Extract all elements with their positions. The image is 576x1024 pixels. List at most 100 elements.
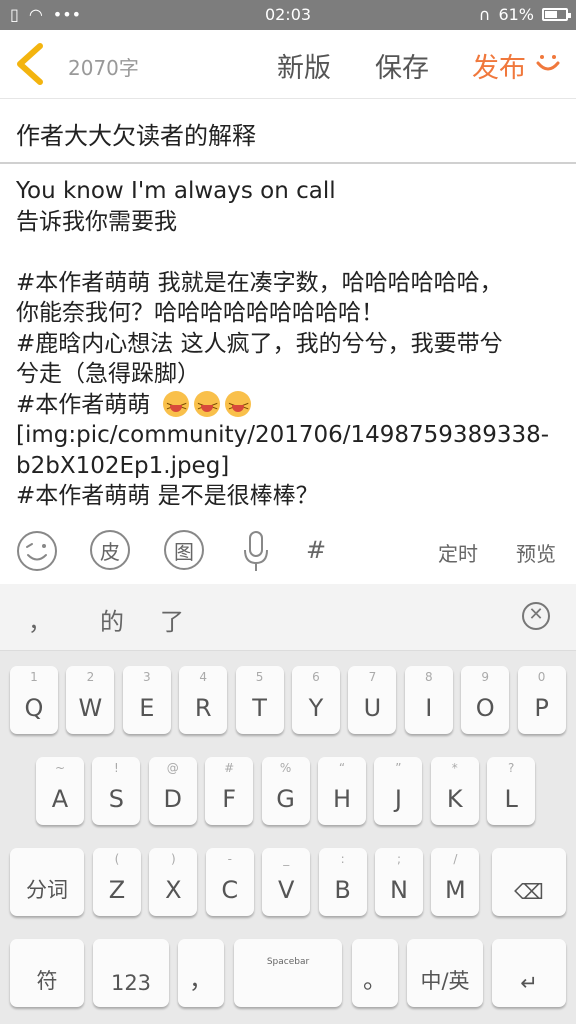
key-z[interactable]: (Z (93, 848, 141, 916)
key-label: G (276, 785, 295, 813)
backspace-key[interactable]: ⌫ (492, 848, 566, 916)
key-label: A (51, 785, 69, 813)
image-button[interactable]: 图 (164, 530, 204, 570)
title-divider (0, 162, 576, 164)
new-version-button[interactable]: 新版 (277, 46, 331, 85)
key-label: Q (24, 694, 44, 722)
squint-tongue-emoji-icon (162, 390, 189, 421)
key-u[interactable]: 7U (348, 666, 397, 734)
enter-key[interactable]: ↵ (492, 939, 566, 1007)
key-hint: 0 (537, 670, 546, 684)
post-title[interactable]: 作者大大欠读者的解释 (16, 116, 256, 151)
symbols-key[interactable]: 符 (10, 939, 84, 1007)
key-label: Spacebar (266, 957, 310, 967)
key-hint: 7 (368, 670, 377, 684)
key-hint: ” (395, 761, 402, 775)
key-x[interactable]: ) X (149, 848, 198, 916)
body-line: b2bX102Ep1.jpeg] (16, 452, 230, 479)
smile-icon[interactable] (534, 48, 562, 76)
candidate-le[interactable]: 了 (160, 602, 184, 637)
body-line: You know I'm always on call (16, 178, 336, 204)
skin-button[interactable]: 皮 (90, 530, 130, 570)
key-hint: 5 (255, 670, 264, 684)
key-e[interactable]: 3E (122, 666, 171, 734)
key-hint: 9 (481, 670, 489, 684)
comma-key[interactable]: ， (178, 939, 224, 1007)
body-line: [img:pic/community/201706/1498759389338- (16, 422, 550, 448)
key-p[interactable]: 0P (517, 666, 566, 734)
key-label: S (108, 785, 124, 813)
editor-toolbar: 2070字 新版 保存 发布 (0, 30, 576, 99)
key-q[interactable]: 1Q (10, 666, 58, 734)
key-hint: - (227, 852, 232, 866)
key-label: X (165, 876, 182, 904)
key-i[interactable]: 8I (404, 666, 453, 734)
key-h[interactable]: “H (318, 757, 366, 825)
key-d[interactable]: @ D (148, 757, 197, 825)
schedule-button[interactable]: 定时 (438, 538, 478, 567)
candidate-comma[interactable]: ， (28, 602, 52, 637)
squint-tongue-emoji-icon (193, 390, 220, 421)
key-label: 。 (363, 966, 387, 994)
key-r[interactable]: 4R (179, 666, 228, 734)
back-icon[interactable] (10, 40, 50, 88)
key-label: F (222, 785, 237, 813)
headset-icon: ∩ (478, 5, 491, 24)
key-label: 123 (110, 971, 152, 995)
key-hint: : (340, 852, 345, 866)
key-y[interactable]: 6Y (292, 666, 340, 734)
key-label: H (332, 785, 352, 813)
key-label: T (252, 694, 267, 722)
key-f[interactable]: # F (205, 757, 254, 825)
key-w[interactable]: 2W (66, 666, 115, 734)
key-hint: 1 (30, 670, 38, 684)
candidate-bar: ， 的 了 ✕ (0, 584, 576, 651)
key-label: M (445, 876, 466, 904)
hashtag-button[interactable]: # (306, 536, 326, 564)
key-k[interactable]: * K (430, 757, 479, 825)
key-n[interactable]: ; N (375, 848, 423, 916)
key-label: O (475, 694, 495, 722)
publish-button[interactable]: 发布 (472, 46, 526, 85)
microphone-icon[interactable] (240, 530, 272, 574)
key-label: ⌫ (514, 880, 544, 904)
fenci-key[interactable]: 分词 (10, 848, 84, 916)
key-hint: @ (166, 761, 179, 775)
post-body-editor[interactable]: You know I'm always on call 告诉我你需要我 #本作者… (16, 176, 564, 512)
key-v[interactable]: _ V (262, 848, 311, 916)
spacebar-key[interactable]: Spacebar (234, 939, 342, 1007)
key-m[interactable]: / M (431, 848, 480, 916)
key-t[interactable]: 5T (235, 666, 284, 734)
key-label: N (390, 876, 408, 904)
emoji-face-icon[interactable] (16, 530, 58, 572)
key-hint: ~ (54, 761, 66, 775)
language-switch-key[interactable]: 中/英 (407, 939, 483, 1007)
body-line: 你能奈我何？哈哈哈哈哈哈哈哈哈！ (16, 300, 384, 326)
body-line: #本作者萌萌 (16, 391, 158, 418)
key-c[interactable]: -C (205, 848, 254, 916)
key-label: ↵ (520, 971, 538, 995)
word-count: 2070字 (68, 56, 139, 80)
period-key[interactable]: 。 (352, 939, 398, 1007)
body-line (16, 237, 564, 268)
clear-candidates-icon[interactable]: ✕ (522, 602, 550, 630)
key-s[interactable]: ! S (92, 757, 141, 825)
key-label: B (334, 876, 351, 904)
key-label: R (194, 694, 212, 722)
key-j[interactable]: ” J (374, 757, 423, 825)
body-line-emoji: #本作者萌萌 (16, 390, 564, 421)
candidate-de[interactable]: 的 (100, 602, 124, 637)
save-button[interactable]: 保存 (375, 46, 429, 85)
key-o[interactable]: 9O (461, 666, 510, 734)
body-line: 告诉我你需要我 (16, 208, 177, 235)
key-b[interactable]: :B (318, 848, 367, 916)
preview-button[interactable]: 预览 (516, 538, 556, 567)
key-g[interactable]: % G (261, 757, 310, 825)
key-hint: * (451, 761, 458, 775)
key-l[interactable]: ? L (487, 757, 536, 825)
key-hint: ! (113, 761, 119, 775)
key-a[interactable]: ~ A (36, 757, 84, 825)
body-line: #本作者萌萌 我就是在凑字数，哈哈哈哈哈哈， (16, 269, 503, 296)
battery-icon (542, 8, 571, 21)
numbers-key[interactable]: 123 (93, 939, 169, 1007)
